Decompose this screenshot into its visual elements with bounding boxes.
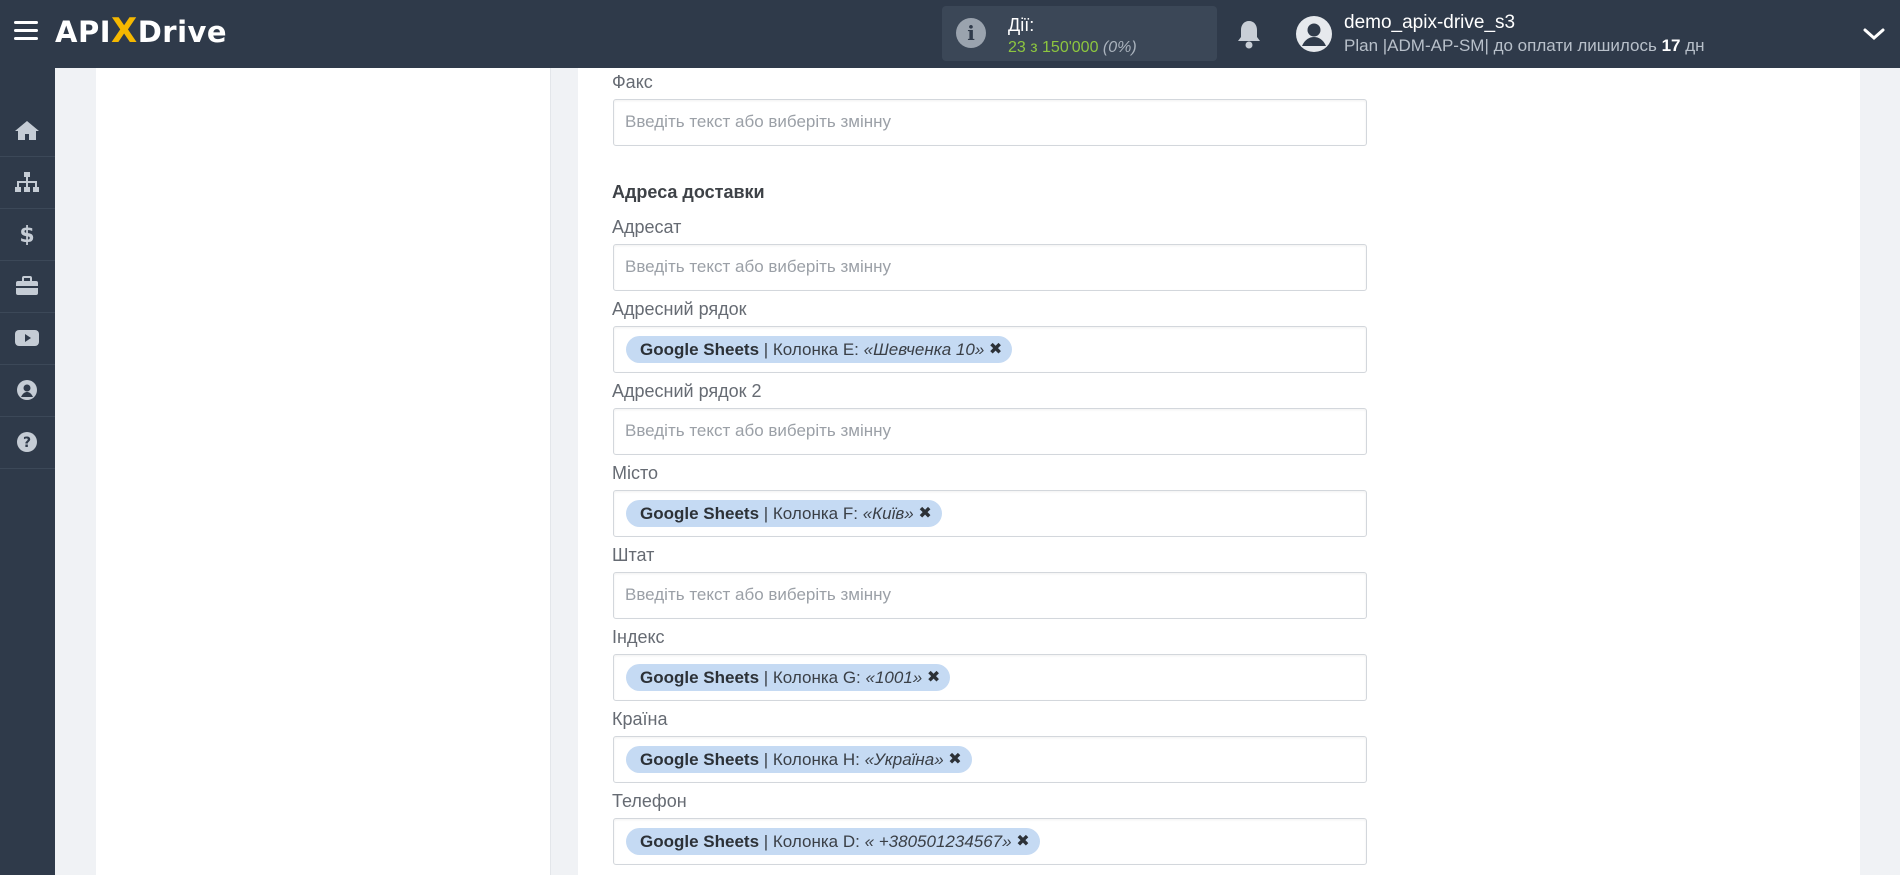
sidebar-item-connections[interactable] — [0, 156, 55, 209]
country-label: Країна — [612, 709, 668, 729]
menu-icon[interactable] — [14, 21, 38, 45]
help-icon: ? — [17, 432, 37, 452]
zip-label: Індекс — [612, 627, 665, 647]
recipient-field[interactable]: Введіть текст або виберіть змінну — [613, 244, 1367, 291]
plan-info: Plan |ADM-AP-SM| до оплати лишилось 17 д… — [1344, 36, 1705, 55]
zip-variable-chip[interactable]: Google Sheets | Колонка G: «1001» ✖ — [626, 664, 951, 691]
briefcase-icon — [16, 276, 38, 295]
city-label: Місто — [612, 463, 659, 483]
dollar-icon: $ — [19, 223, 34, 245]
chevron-down-icon[interactable] — [1862, 24, 1886, 44]
youtube-icon — [15, 330, 39, 346]
logo[interactable]: APIXDrive — [55, 11, 227, 51]
zip-field[interactable]: Google Sheets | Колонка G: «1001» ✖ — [613, 654, 1367, 701]
info-icon: i — [956, 18, 986, 48]
sidebar-item-services[interactable] — [0, 260, 55, 313]
recipient-label: Адресат — [612, 217, 682, 237]
user-circle-icon — [17, 380, 37, 400]
address-label: Адресний рядок — [612, 299, 747, 319]
left-panel — [96, 68, 551, 875]
city-variable-chip[interactable]: Google Sheets | Колонка F: «Київ» ✖ — [626, 500, 942, 527]
fax-placeholder: Введіть текст або виберіть змінну — [625, 112, 892, 131]
section-title-shipping: Адреса доставки — [612, 182, 765, 202]
sidebar-item-billing[interactable]: $ — [0, 208, 55, 261]
country-field[interactable]: Google Sheets | Колонка H: «Україна» ✖ — [613, 736, 1367, 783]
address-variable-chip[interactable]: Google Sheets | Колонка E: «Шевченка 10»… — [626, 336, 1013, 363]
phone-variable-chip[interactable]: Google Sheets | Колонка D: « +3805012345… — [626, 828, 1040, 855]
remove-chip-icon[interactable]: ✖ — [927, 664, 940, 691]
address2-placeholder: Введіть текст або виберіть змінну — [625, 421, 892, 440]
sidebar-item-help[interactable]: ? — [0, 416, 55, 469]
address2-label: Адресний рядок 2 — [612, 381, 762, 401]
svg-text:$: $ — [19, 223, 34, 245]
phone-field[interactable]: Google Sheets | Колонка D: « +3805012345… — [613, 818, 1367, 865]
address-field[interactable]: Google Sheets | Колонка E: «Шевченка 10»… — [613, 326, 1367, 373]
fax-field[interactable]: Введіть текст або виберіть змінну — [613, 99, 1367, 146]
sitemap-icon — [15, 172, 39, 192]
actions-counter: i Дії: 23 з 150'000 (0%) — [942, 6, 1217, 61]
remove-chip-icon[interactable]: ✖ — [1016, 828, 1029, 855]
actions-label: Дії: — [1008, 15, 1035, 35]
recipient-placeholder: Введіть текст або виберіть змінну — [625, 257, 892, 276]
sidebar-item-home[interactable] — [0, 104, 55, 157]
user-name[interactable]: demo_apix-drive_s3 — [1344, 12, 1515, 34]
svg-text:?: ? — [23, 435, 31, 451]
actions-count: 23 з 150'000 (0%) — [1008, 39, 1137, 56]
country-variable-chip[interactable]: Google Sheets | Колонка H: «Україна» ✖ — [626, 746, 972, 773]
remove-chip-icon[interactable]: ✖ — [948, 746, 961, 773]
fax-label: Факс — [612, 72, 653, 92]
sidebar-item-video[interactable] — [0, 312, 55, 365]
state-placeholder: Введіть текст або виберіть змінну — [625, 585, 892, 604]
phone-label: Телефон — [612, 791, 687, 811]
sidebar-item-profile[interactable] — [0, 364, 55, 417]
state-field[interactable]: Введіть текст або виберіть змінну — [613, 572, 1367, 619]
top-bar: APIXDrive i Дії: 23 з 150'000 (0%) demo_… — [0, 0, 1900, 68]
bell-icon[interactable] — [1234, 18, 1264, 50]
sidebar: $ ? — [0, 68, 55, 875]
remove-chip-icon[interactable]: ✖ — [918, 500, 931, 527]
address2-field[interactable]: Введіть текст або виберіть змінну — [613, 408, 1367, 455]
state-label: Штат — [612, 545, 655, 565]
remove-chip-icon[interactable]: ✖ — [989, 336, 1002, 363]
home-icon — [15, 121, 39, 140]
avatar-icon[interactable] — [1295, 15, 1333, 53]
city-field[interactable]: Google Sheets | Колонка F: «Київ» ✖ — [613, 490, 1367, 537]
